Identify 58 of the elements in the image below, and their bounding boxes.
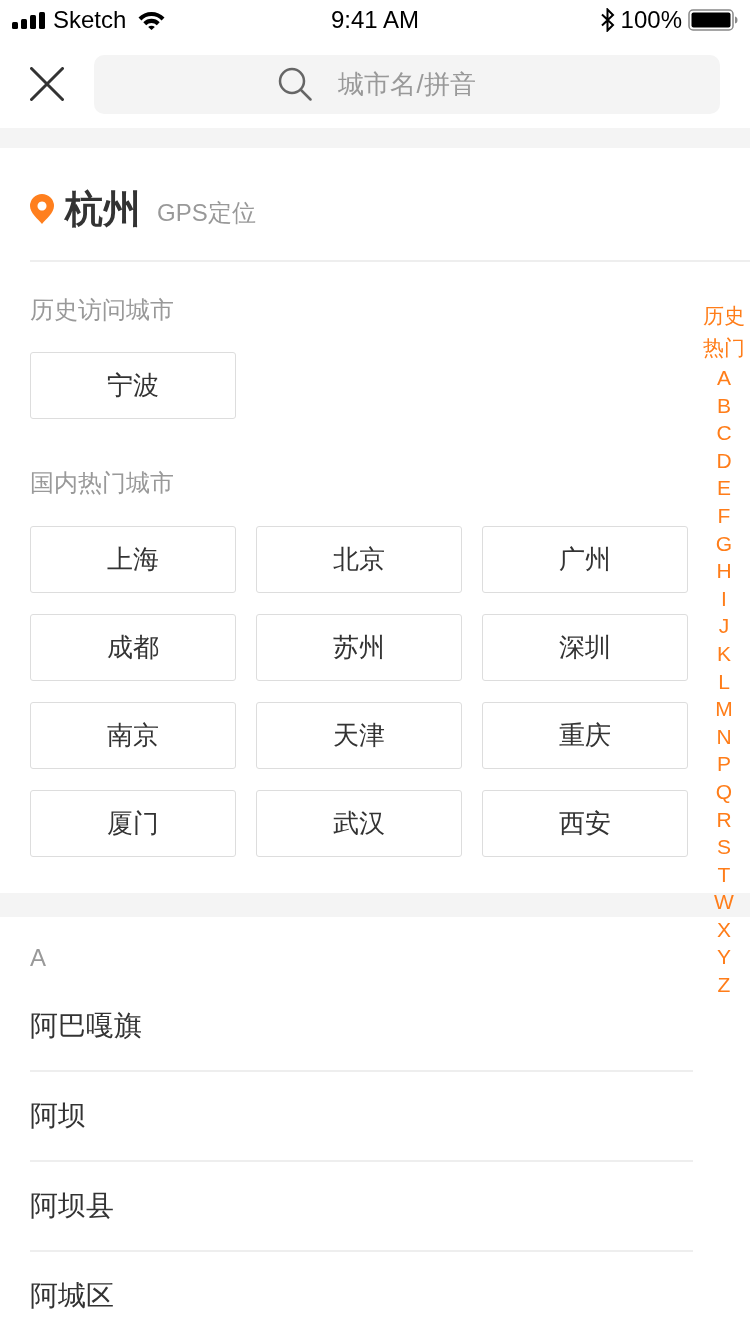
search-field[interactable]: 城市名/拼音: [94, 54, 720, 114]
index-item[interactable]: Y: [717, 943, 731, 972]
clock-time: 9:41 AM: [330, 6, 420, 34]
battery-icon: [688, 9, 738, 31]
index-item[interactable]: J: [718, 612, 730, 640]
index-item[interactable]: A: [717, 364, 731, 392]
city-button[interactable]: 重庆: [482, 702, 688, 769]
city-button[interactable]: 深圳: [482, 614, 688, 681]
city-button[interactable]: 苏州: [256, 614, 462, 681]
index-item[interactable]: E: [717, 474, 731, 502]
section-title: 国内热门城市: [30, 468, 174, 498]
index-item[interactable]: D: [716, 446, 732, 475]
city-button[interactable]: 北京: [256, 526, 462, 593]
index-item[interactable]: L: [718, 667, 730, 696]
city-list-item[interactable]: 阿坝县: [30, 1162, 693, 1252]
index-item[interactable]: K: [717, 639, 731, 668]
city-list-item[interactable]: 阿坝: [30, 1072, 693, 1162]
gps-label: GPS定位: [157, 198, 256, 228]
current-city[interactable]: 杭州: [65, 183, 141, 235]
city-button[interactable]: 南京: [30, 702, 236, 769]
index-item[interactable]: P: [717, 750, 731, 778]
index-item[interactable]: 热门: [703, 332, 745, 364]
city-list-item[interactable]: 阿巴嘎旗: [30, 982, 693, 1072]
city-button[interactable]: 厦门: [30, 790, 236, 857]
city-button[interactable]: 成都: [30, 614, 236, 681]
index-item[interactable]: 历史: [703, 300, 745, 332]
index-item[interactable]: C: [716, 419, 732, 447]
search-icon: [278, 66, 312, 101]
bluetooth-icon: [600, 8, 615, 32]
city-button[interactable]: 广州: [482, 526, 688, 593]
section-letter: A: [30, 943, 46, 973]
index-item[interactable]: R: [716, 805, 732, 834]
carrier-name: Sketch: [53, 6, 127, 34]
index-item[interactable]: G: [715, 529, 733, 558]
index-item[interactable]: F: [717, 501, 731, 530]
city-list-item[interactable]: 阿城区: [30, 1252, 693, 1314]
wifi-icon: [138, 10, 166, 30]
city-button[interactable]: 宁波: [30, 352, 236, 419]
city-button[interactable]: 天津: [256, 702, 462, 769]
city-button[interactable]: 武汉: [256, 790, 462, 857]
index-item[interactable]: S: [717, 833, 731, 861]
city-button[interactable]: 西安: [482, 790, 688, 857]
signal-icon: [12, 11, 46, 29]
index-item[interactable]: Q: [715, 777, 733, 806]
index-item[interactable]: X: [717, 915, 731, 944]
index-item[interactable]: M: [715, 695, 733, 723]
index-item[interactable]: H: [716, 557, 732, 585]
section-title: 历史访问城市: [30, 295, 174, 325]
index-item[interactable]: I: [721, 584, 727, 613]
index-item[interactable]: N: [716, 722, 732, 751]
index-item[interactable]: T: [717, 860, 731, 889]
location-pin-icon: [30, 194, 54, 224]
index-item[interactable]: Z: [717, 971, 731, 999]
close-icon[interactable]: [30, 67, 64, 101]
index-item[interactable]: B: [717, 391, 731, 420]
battery-percent: 100%: [620, 6, 682, 34]
index-item[interactable]: W: [714, 888, 734, 916]
city-button[interactable]: 上海: [30, 526, 236, 593]
